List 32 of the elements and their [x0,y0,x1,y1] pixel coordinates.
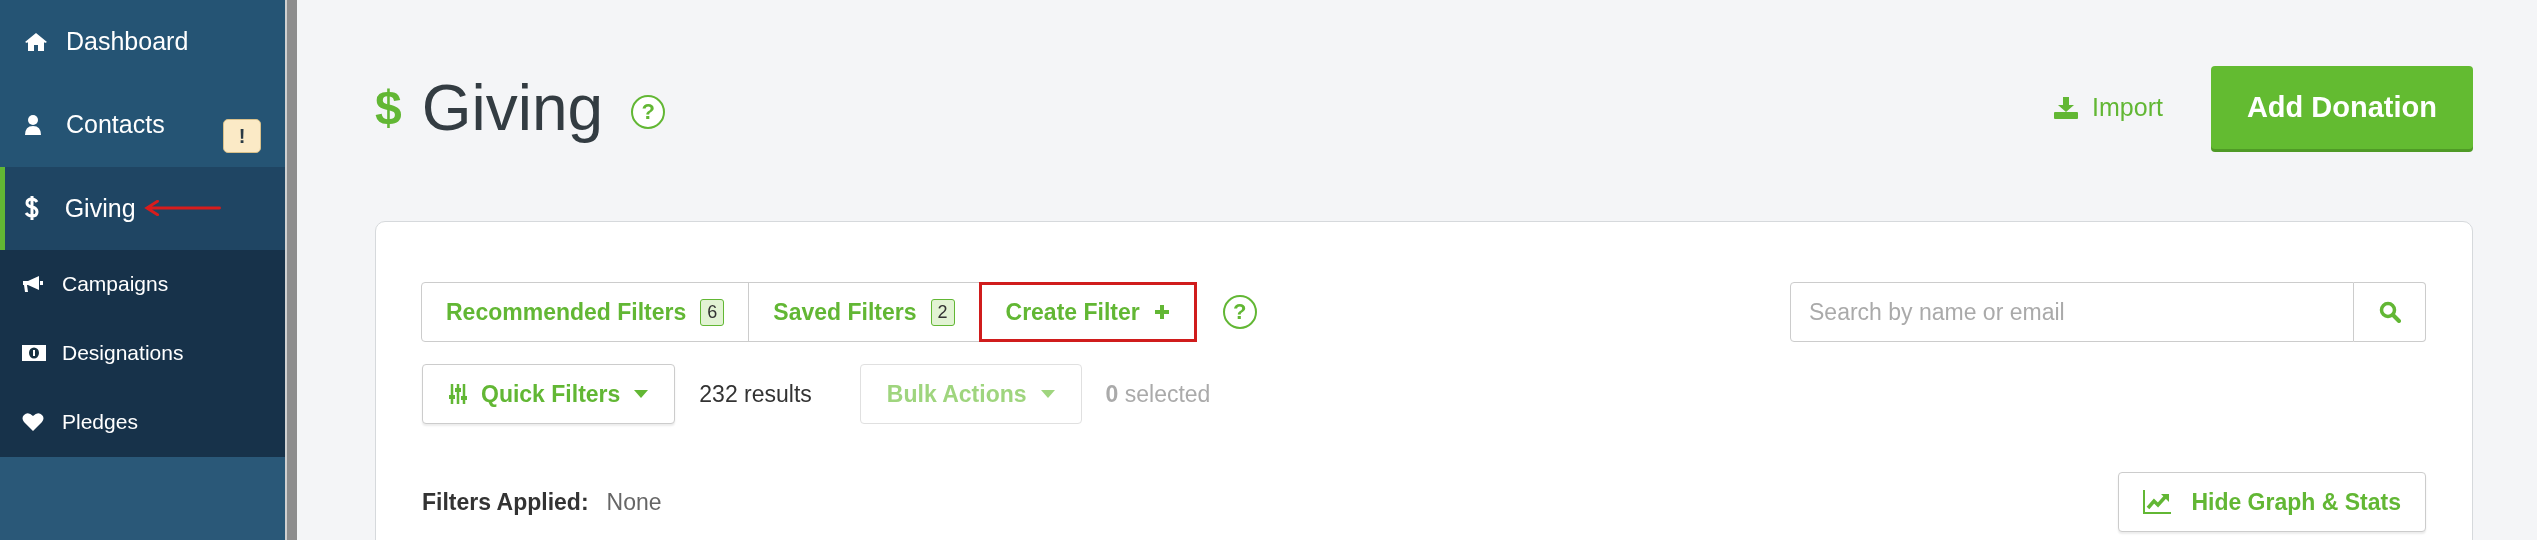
dollar-icon [24,195,40,222]
megaphone-icon [22,275,44,294]
count-badge: 2 [930,298,955,326]
plus-icon [1153,304,1170,320]
sidebar-item[interactable]: Giving [0,166,285,250]
page-title: Giving [421,70,604,145]
filter-tab[interactable]: Saved Filters 2 [748,282,980,342]
caret-icon [634,390,649,398]
sliders-icon [449,384,467,404]
warning-badge: ! [223,119,261,154]
search-icon [2378,301,2401,323]
line-chart-icon [2143,490,2172,514]
home-icon [24,31,48,52]
count-badge: 6 [700,298,725,326]
search-field[interactable]: Search by name or email [1790,282,2354,342]
dollar-icon: $ [375,80,402,135]
sidebar-item[interactable]: Campaigns [0,249,285,319]
download-icon [2054,96,2079,119]
banknote-icon [22,345,46,362]
sidebar-item[interactable]: Dashboard [0,0,285,84]
search-button[interactable] [2354,282,2426,342]
sidebar-item[interactable]: Designations [0,318,285,388]
filters-applied-label: Filters Applied: [422,488,589,516]
caret-icon [1040,390,1055,398]
person-icon [24,113,42,136]
filters-applied-value: None [606,488,662,516]
heart-icon [22,412,44,433]
sidebar-item[interactable]: Pledges [0,387,285,457]
sidebar-item[interactable]: Contacts ! [0,83,285,167]
filter-tab[interactable]: Recommended Filters 6 [421,282,750,342]
results-count: 232 results [699,380,812,408]
selected-count: 0 selected [1105,380,1211,408]
